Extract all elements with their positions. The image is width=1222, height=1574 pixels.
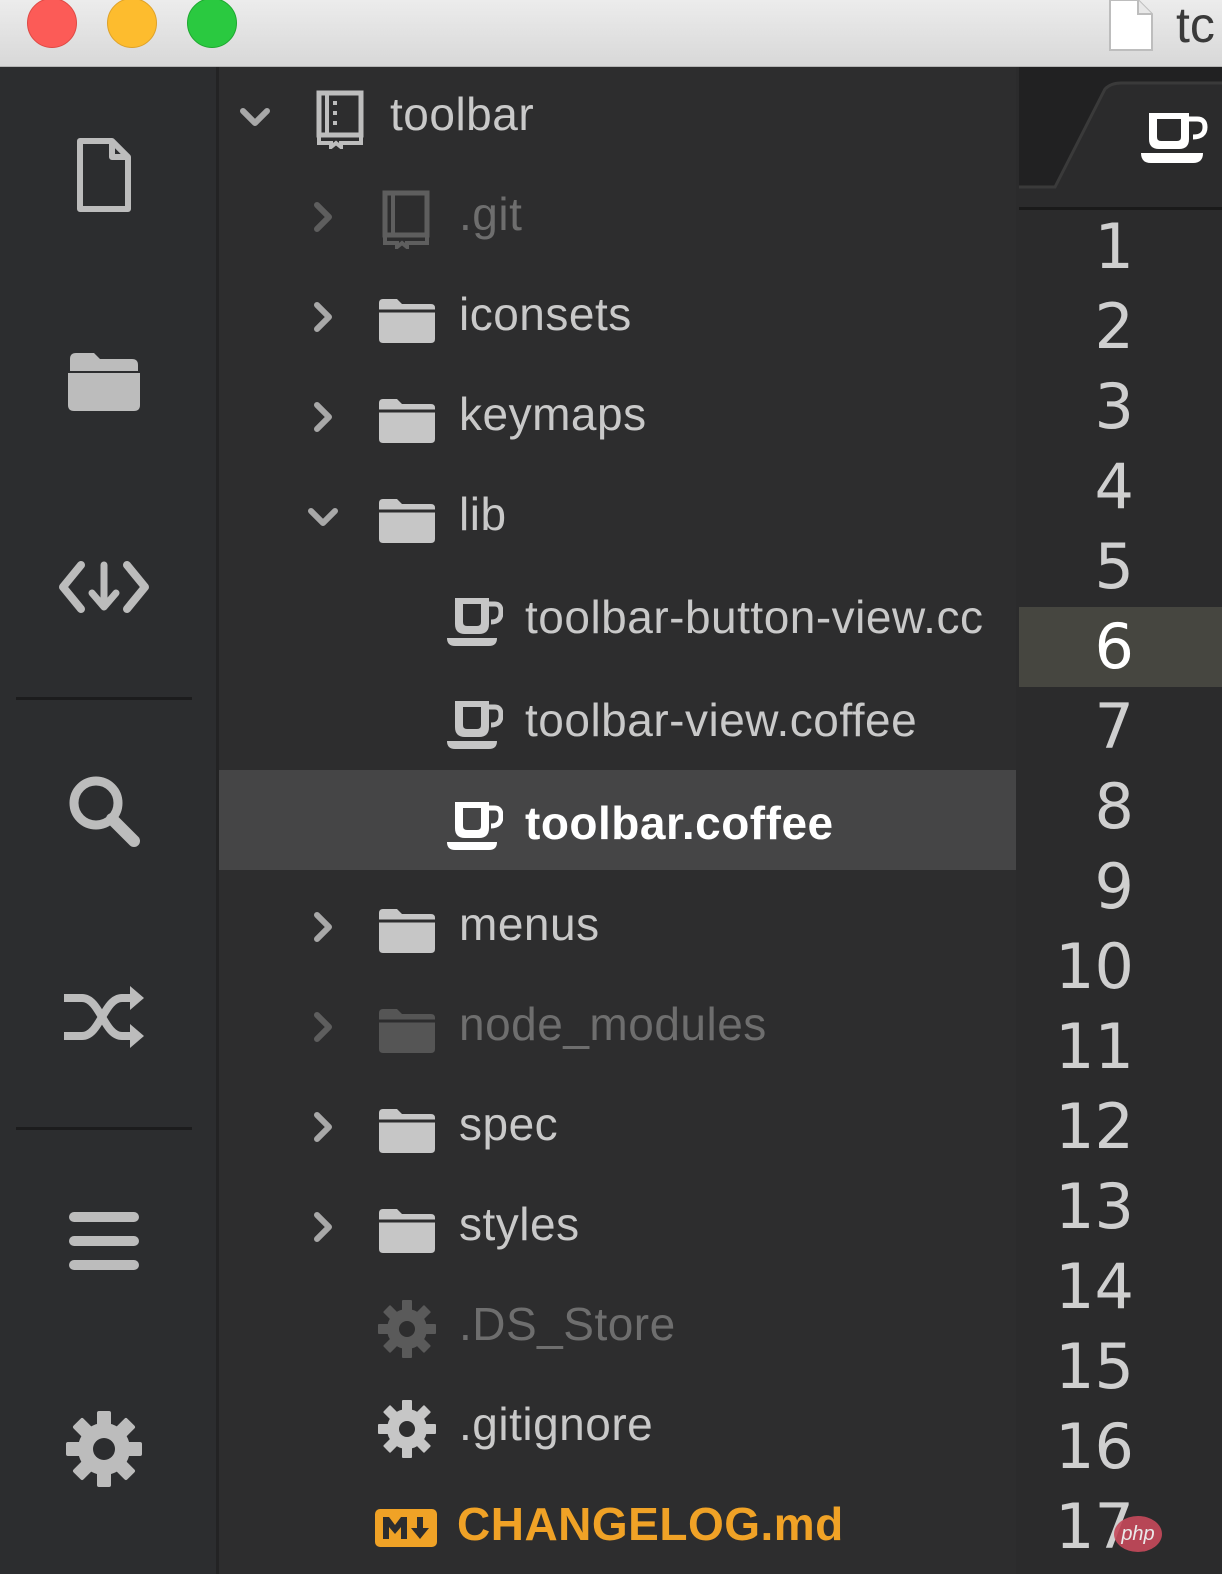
line-number: 15 <box>1055 1330 1134 1403</box>
tree-item-label: toolbar-button-view.cc <box>525 591 984 643</box>
coffee-icon <box>447 701 503 749</box>
line-number: 12 <box>1055 1090 1134 1163</box>
tree-item-styles[interactable]: styles <box>219 1177 1016 1277</box>
tree-item-git[interactable]: .git <box>219 167 1016 267</box>
folder-icon <box>379 299 435 343</box>
coffee-icon <box>1141 113 1208 163</box>
tree-item-label: menus <box>459 898 600 950</box>
tree-item-label: toolbar.coffee <box>525 797 834 849</box>
line-number: 14 <box>1055 1250 1134 1323</box>
chevron-down-icon[interactable] <box>303 497 343 537</box>
line-number: 17 <box>1055 1490 1134 1563</box>
line-number: 4 <box>1094 450 1134 523</box>
menu-icon[interactable] <box>52 1189 156 1293</box>
gear-icon <box>378 1300 436 1358</box>
maximize-button[interactable] <box>187 0 237 48</box>
tree-item-label: styles <box>459 1198 580 1250</box>
tree-view: toolbar .git iconsets keymaps lib toolba… <box>219 67 1016 1574</box>
repo-icon <box>316 90 364 149</box>
folder-icon <box>379 399 435 443</box>
minimize-button[interactable] <box>107 0 157 48</box>
tree-root-label: toolbar <box>390 88 535 140</box>
tree-item-label: .DS_Store <box>459 1298 676 1350</box>
line-number: 3 <box>1094 370 1134 443</box>
git-diff-icon[interactable] <box>52 535 156 639</box>
line-number-current: 6 <box>1094 610 1134 683</box>
tree-item-lib[interactable]: lib <box>219 467 1016 567</box>
activity-bar <box>0 67 219 1574</box>
tree-root[interactable]: toolbar <box>219 67 1016 167</box>
chevron-right-icon[interactable] <box>303 397 343 437</box>
chevron-down-icon[interactable] <box>235 97 275 137</box>
tree-item-keymaps[interactable]: keymaps <box>219 367 1016 467</box>
repo-icon <box>382 190 430 249</box>
line-number: 10 <box>1055 930 1134 1003</box>
tree-item-node-modules[interactable]: node_modules <box>219 977 1016 1077</box>
line-number: 8 <box>1094 770 1134 843</box>
line-number: 2 <box>1094 290 1134 363</box>
chevron-right-icon[interactable] <box>303 197 343 237</box>
line-number: 7 <box>1094 690 1134 763</box>
tree-item-toolbar-view[interactable]: toolbar-view.coffee <box>219 673 1016 773</box>
markdown-icon <box>375 1509 437 1547</box>
tree-item-label: spec <box>459 1098 559 1150</box>
line-number: 5 <box>1094 530 1134 603</box>
tree-item-menus[interactable]: menus <box>219 877 1016 977</box>
coffee-icon <box>447 598 503 646</box>
line-number: 1 <box>1094 210 1134 283</box>
line-number: 9 <box>1094 850 1134 923</box>
tree-item-label: toolbar-view.coffee <box>525 694 918 746</box>
file-icon[interactable] <box>52 123 156 227</box>
tree-item-changelog[interactable]: CHANGELOG.md <box>219 1477 1016 1574</box>
folder-icon <box>379 1109 435 1153</box>
chevron-right-icon[interactable] <box>303 1107 343 1147</box>
coffee-icon <box>447 802 503 850</box>
line-number: 16 <box>1055 1410 1134 1483</box>
shuffle-icon[interactable] <box>52 965 156 1069</box>
search-icon[interactable] <box>52 759 156 863</box>
tree-item-ds-store[interactable]: .DS_Store <box>219 1277 1016 1377</box>
folder-icon <box>379 499 435 543</box>
tree-item-spec[interactable]: spec <box>219 1077 1016 1177</box>
tree-item-toolbar-button-view[interactable]: toolbar-button-view.cc <box>219 570 1016 670</box>
watermark-badge: php <box>1114 1516 1162 1552</box>
tree-item-iconsets[interactable]: iconsets <box>219 267 1016 367</box>
activity-bar-divider <box>16 1127 192 1130</box>
tree-item-label: lib <box>459 488 507 540</box>
title-bar: tc <box>0 0 1222 67</box>
tree-item-label: CHANGELOG.md <box>457 1498 844 1550</box>
tree-item-label: .git <box>459 188 523 240</box>
tree-item-label: .gitignore <box>459 1398 654 1450</box>
tab-bar <box>1019 67 1222 210</box>
gear-icon <box>378 1400 436 1458</box>
tree-item-label: iconsets <box>459 288 632 340</box>
chevron-right-icon[interactable] <box>303 297 343 337</box>
tree-item-toolbar-coffee[interactable]: toolbar.coffee <box>219 770 1016 870</box>
window-title: tc <box>1176 0 1215 53</box>
close-button[interactable] <box>27 0 77 48</box>
tree-item-gitignore[interactable]: .gitignore <box>219 1377 1016 1477</box>
chevron-right-icon[interactable] <box>303 1207 343 1247</box>
editor-pane: 1 2 3 4 5 6 7 8 9 10 11 12 13 14 15 16 1… <box>1019 67 1222 1574</box>
document-icon <box>1109 0 1153 51</box>
folder-icon[interactable] <box>52 329 156 433</box>
line-number: 13 <box>1055 1170 1134 1243</box>
folder-icon <box>379 1009 435 1053</box>
line-number: 11 <box>1055 1010 1134 1083</box>
tree-item-label: node_modules <box>459 998 767 1050</box>
chevron-right-icon[interactable] <box>303 1007 343 1047</box>
tree-item-label: keymaps <box>459 388 647 440</box>
activity-bar-divider <box>16 697 192 700</box>
folder-icon <box>379 1209 435 1253</box>
chevron-right-icon[interactable] <box>303 907 343 947</box>
folder-icon <box>379 909 435 953</box>
settings-icon[interactable] <box>52 1397 156 1501</box>
